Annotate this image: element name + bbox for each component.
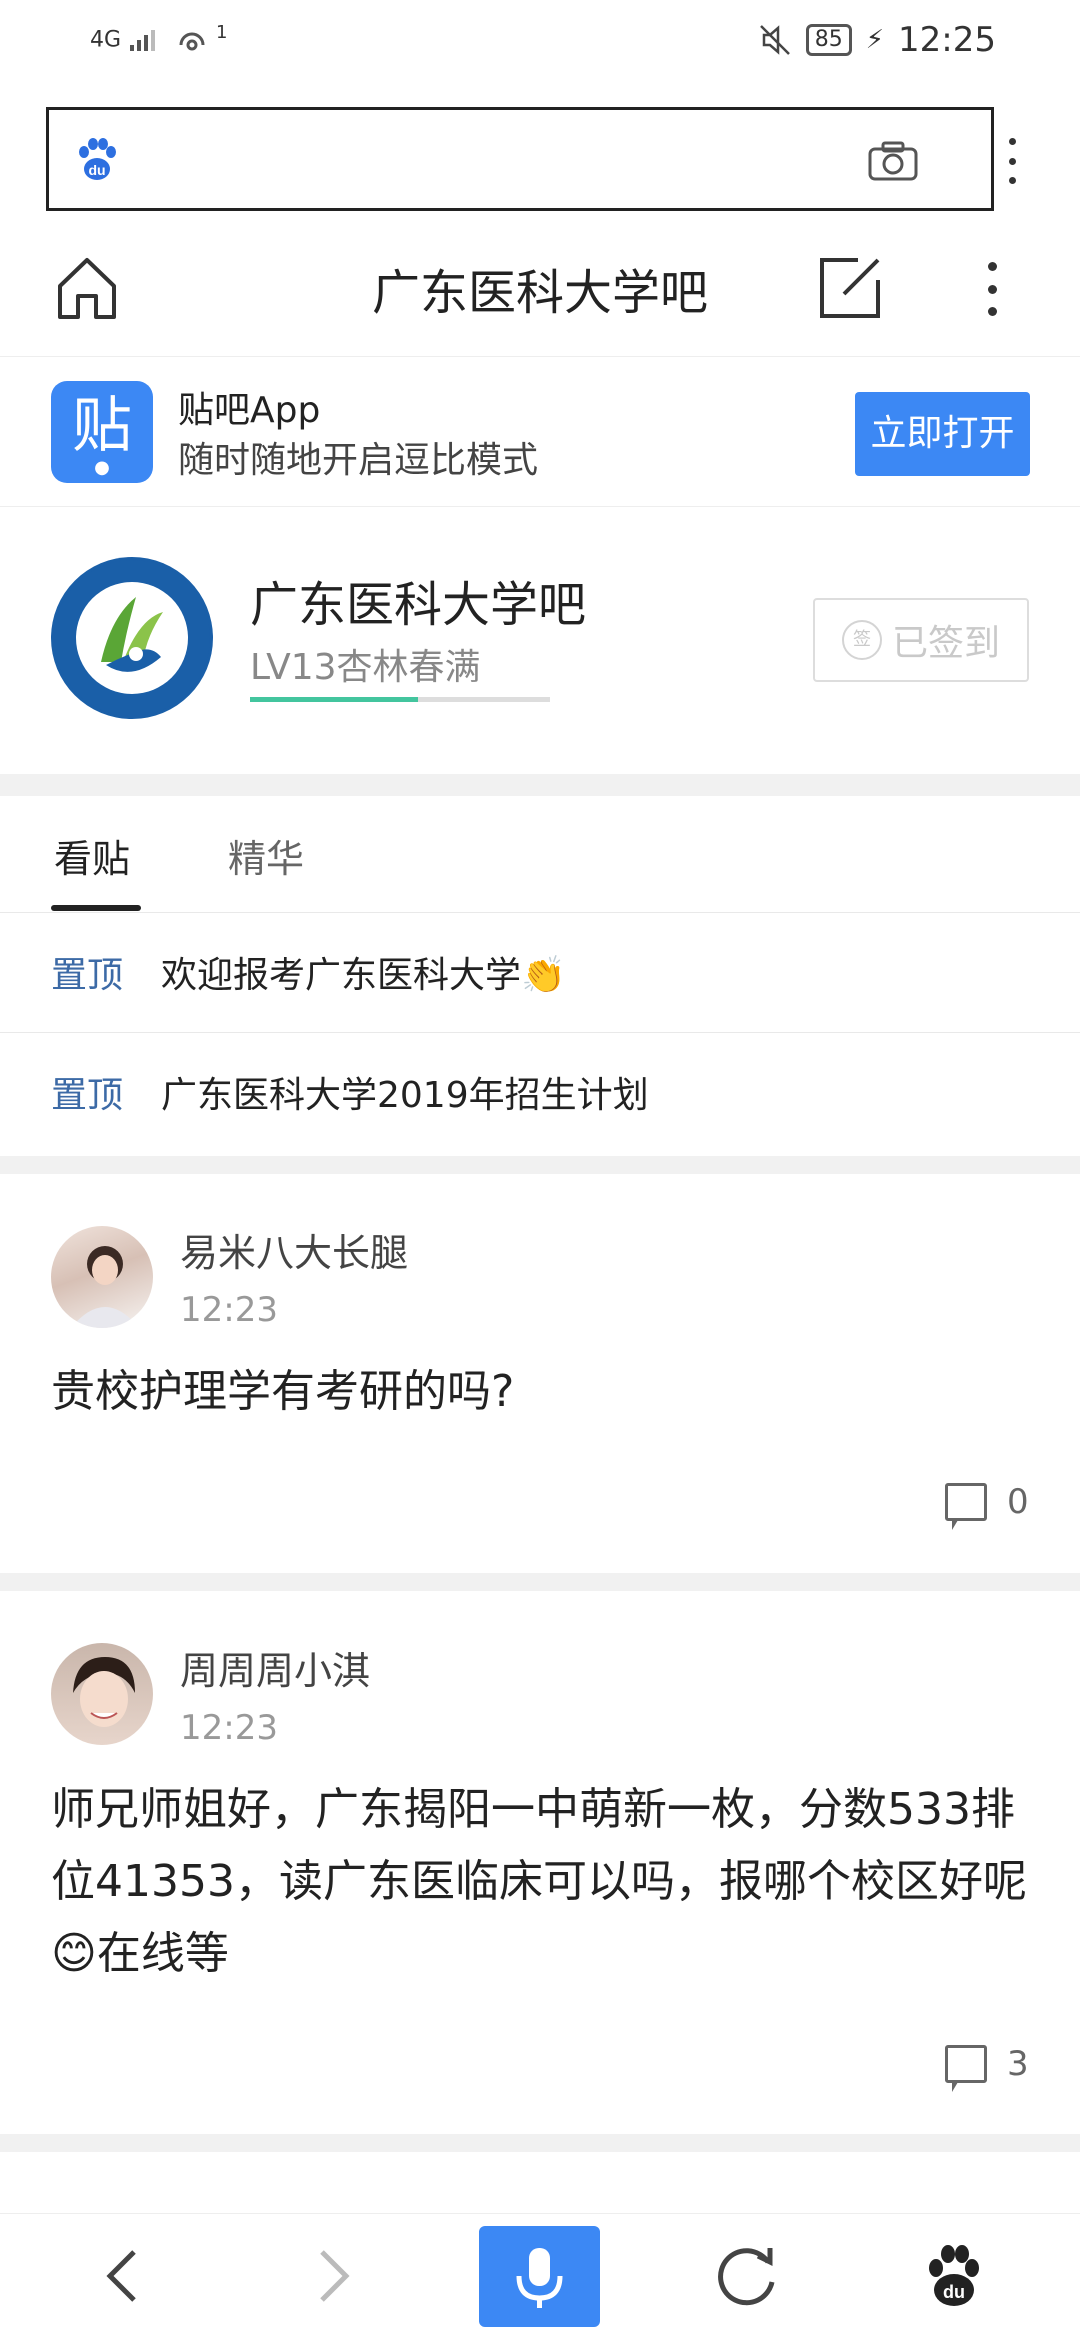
comment-count[interactable]: 0 [945,1482,1029,1530]
forum-logo [51,557,213,719]
wifi-superscript: 1 [216,22,228,43]
avatar[interactable] [51,1643,153,1745]
baidu-paw-icon[interactable]: du [75,138,119,182]
page-title: 广东医科大学吧 [371,265,708,321]
post-username[interactable]: 周周周小淇 [180,1640,370,1695]
svg-text:du: du [943,2282,965,2302]
more-vertical-icon[interactable] [986,262,998,316]
network-label: 4G [90,27,122,53]
status-right: 85 ⚡ 12:25 [758,20,996,60]
comment-icon [945,1483,987,1530]
svg-text:du: du [88,162,105,178]
forum-level: LV13杏林春满 [250,647,481,688]
camera-icon[interactable] [867,140,919,182]
pinned-item[interactable]: 置顶 欢迎报考广东医科大学👏 [51,946,566,998]
wifi-icon [179,32,205,51]
chevron-left-icon[interactable] [72,2226,172,2326]
post-title[interactable]: 贵校护理学有考研的吗? [51,1356,1041,1428]
section-divider [0,2134,1080,2152]
app-icon-char: 贴 [72,391,132,461]
tab-featured[interactable]: 精华 [228,828,304,883]
pinned-label: 置顶 [51,955,124,996]
comment-count[interactable]: 3 [945,2044,1029,2092]
open-app-button[interactable]: 立即打开 [855,392,1030,476]
avatar[interactable] [51,1226,153,1328]
sign-in-icon: 签 [841,620,882,660]
forum-name: 广东医科大学吧 [250,577,587,633]
post-time: 12:23 [180,1290,278,1330]
pinned-divider [0,1032,1080,1033]
status-bar: 4G 1 85 ⚡ 12:25 [0,0,1080,90]
comment-count-value: 3 [1007,2044,1029,2084]
search-input[interactable]: du [46,107,994,211]
section-divider [0,1573,1080,1591]
edit-icon[interactable] [818,256,882,320]
tieba-app-icon: 贴 ● [51,381,153,483]
post-time: 12:23 [180,1708,278,1748]
university-emblem-icon [54,560,210,716]
pinned-title: 欢迎报考广东医科大学👏 [161,955,566,996]
mute-icon [759,25,790,55]
tab-posts[interactable]: 看贴 [54,828,130,883]
level-progress-bar [250,697,550,702]
chevron-right-icon[interactable] [284,2226,384,2326]
battery-indicator: 85 [805,24,852,56]
post-username[interactable]: 易米八大长腿 [180,1222,408,1277]
signed-label: 已签到 [891,623,1000,664]
banner-subtitle: 随时随地开启逗比模式 [178,440,539,481]
microphone-icon [516,2248,563,2308]
comment-count-value: 0 [1007,1482,1029,1522]
app-icon-paw-icon: ● [94,457,110,478]
active-tab-indicator [51,905,141,911]
signed-in-button[interactable]: 签 已签到 [813,598,1029,682]
comment-icon [945,2045,987,2092]
voice-search-button[interactable] [479,2226,600,2327]
post-title[interactable]: 师兄师姐好，广东揭阳一中萌新一枚，分数533排位41353，读广东医临床可以吗，… [51,1774,1041,1990]
pinned-title: 广东医科大学2019年招生计划 [161,1075,649,1116]
section-divider [0,1156,1080,1174]
tabs-divider [0,912,1080,913]
level-progress-fill [250,697,418,702]
browser-menu-more-icon[interactable] [1006,138,1018,184]
pinned-label: 置顶 [51,1075,124,1116]
network-indicator: 4G 1 [90,22,228,55]
baidu-home-icon[interactable]: du [902,2226,1002,2326]
signal-icon [130,30,156,52]
banner-title: 贴吧App [178,390,321,431]
section-divider [0,774,1080,796]
clock: 12:25 [898,20,996,60]
pinned-item[interactable]: 置顶 广东医科大学2019年招生计划 [51,1066,649,1118]
charging-icon: ⚡ [865,25,885,55]
refresh-icon[interactable] [696,2226,796,2326]
